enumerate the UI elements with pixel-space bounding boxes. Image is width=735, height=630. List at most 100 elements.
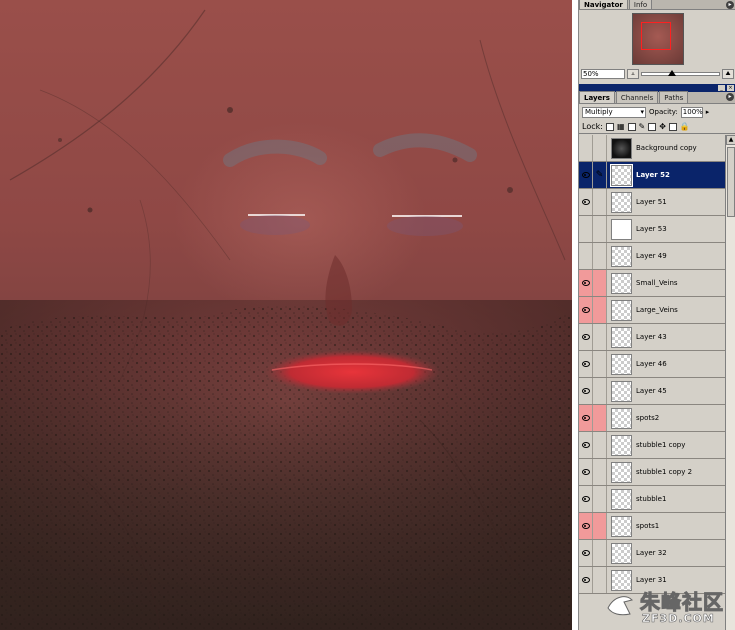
layer-row[interactable]: Layer 43 bbox=[579, 324, 725, 351]
watermark-cn-text: 朱峰社区 bbox=[640, 590, 724, 615]
layer-thumbnail[interactable] bbox=[611, 515, 632, 537]
layer-row[interactable]: Background copy bbox=[579, 135, 725, 162]
layer-row[interactable]: Layer 49 bbox=[579, 243, 725, 270]
layer-visibility-toggle[interactable] bbox=[579, 270, 593, 296]
tab-layers[interactable]: Layers bbox=[579, 91, 615, 103]
layer-visibility-toggle[interactable] bbox=[579, 486, 593, 512]
layer-list-scrollbar[interactable]: ▲ bbox=[725, 135, 735, 630]
layer-thumbnail[interactable] bbox=[611, 488, 632, 510]
layer-row[interactable]: stubble1 copy 2 bbox=[579, 459, 725, 486]
zoom-in-icon[interactable]: ⛰ bbox=[722, 69, 734, 79]
layer-thumbnail[interactable] bbox=[611, 461, 632, 483]
layer-link-toggle[interactable] bbox=[593, 432, 607, 458]
opacity-input[interactable]: 100% bbox=[680, 106, 703, 118]
close-icon[interactable]: × bbox=[727, 85, 734, 91]
zoom-slider-knob[interactable] bbox=[668, 70, 676, 76]
layer-visibility-toggle[interactable] bbox=[579, 540, 593, 566]
layer-link-toggle[interactable] bbox=[593, 405, 607, 431]
minimize-icon[interactable]: _ bbox=[718, 85, 725, 91]
layer-name: Small_Veins bbox=[636, 279, 678, 287]
layer-link-toggle[interactable] bbox=[593, 513, 607, 539]
right-eyebrow bbox=[373, 133, 477, 162]
lock-all-checkbox[interactable] bbox=[668, 122, 677, 131]
layer-visibility-toggle[interactable] bbox=[579, 567, 593, 593]
layer-thumbnail[interactable] bbox=[611, 245, 632, 267]
layer-link-toggle[interactable] bbox=[593, 459, 607, 485]
layer-link-toggle[interactable] bbox=[593, 189, 607, 215]
layer-link-toggle[interactable] bbox=[593, 216, 607, 242]
layer-link-toggle[interactable] bbox=[593, 297, 607, 323]
navigator-menu-icon[interactable]: ▸ bbox=[726, 1, 734, 9]
layer-thumbnail[interactable] bbox=[611, 191, 632, 213]
layer-thumbnail[interactable] bbox=[611, 434, 632, 456]
layer-thumbnail[interactable] bbox=[611, 218, 632, 240]
layer-row[interactable]: stubble1 copy bbox=[579, 432, 725, 459]
layer-name: Layer 31 bbox=[636, 576, 667, 584]
layer-thumbnail[interactable] bbox=[611, 542, 632, 564]
layer-row[interactable]: Layer 53 bbox=[579, 216, 725, 243]
tab-info[interactable]: Info bbox=[628, 0, 653, 9]
zoom-out-icon[interactable]: ▵ bbox=[627, 69, 639, 79]
layer-row[interactable]: Layer 51 bbox=[579, 189, 725, 216]
layer-visibility-toggle[interactable] bbox=[579, 405, 593, 431]
lock-transparency-checkbox[interactable] bbox=[605, 122, 614, 131]
layer-thumbnail[interactable] bbox=[611, 272, 632, 294]
navigator-thumbnail[interactable] bbox=[631, 13, 684, 65]
layer-visibility-toggle[interactable] bbox=[579, 513, 593, 539]
layer-thumbnail[interactable] bbox=[611, 353, 632, 375]
layer-visibility-toggle[interactable] bbox=[579, 459, 593, 485]
scroll-up-icon[interactable]: ▲ bbox=[726, 135, 735, 145]
layer-row[interactable]: ✎ Layer 52 bbox=[579, 162, 725, 189]
layer-visibility-toggle[interactable] bbox=[579, 216, 593, 242]
lock-image-checkbox[interactable] bbox=[627, 122, 636, 131]
brush-icon: ✎ bbox=[638, 121, 646, 131]
scroll-thumb[interactable] bbox=[727, 147, 735, 217]
layer-thumbnail[interactable] bbox=[611, 326, 632, 348]
layer-thumbnail[interactable] bbox=[611, 137, 632, 159]
document-canvas[interactable] bbox=[0, 0, 572, 630]
layer-thumbnail[interactable] bbox=[611, 407, 632, 429]
tab-navigator[interactable]: Navigator bbox=[579, 0, 628, 9]
layers-menu-icon[interactable]: ▸ bbox=[726, 93, 734, 101]
layer-visibility-toggle[interactable] bbox=[579, 432, 593, 458]
layer-link-toggle[interactable] bbox=[593, 486, 607, 512]
tab-paths[interactable]: Paths bbox=[659, 91, 689, 103]
layer-row[interactable]: spots1 bbox=[579, 513, 725, 540]
layer-row[interactable]: spots2 bbox=[579, 405, 725, 432]
layer-link-toggle[interactable]: ✎ bbox=[593, 162, 607, 188]
lock-position-checkbox[interactable] bbox=[648, 122, 657, 131]
layer-thumbnail[interactable] bbox=[611, 299, 632, 321]
zoom-slider[interactable] bbox=[641, 70, 720, 76]
layer-row[interactable]: Layer 45 bbox=[579, 378, 725, 405]
opacity-arrow-icon[interactable]: ▸ bbox=[706, 107, 714, 118]
eye-icon bbox=[581, 442, 590, 448]
layer-visibility-toggle[interactable] bbox=[579, 351, 593, 377]
layer-link-toggle[interactable] bbox=[593, 270, 607, 296]
layer-link-toggle[interactable] bbox=[593, 540, 607, 566]
layer-visibility-toggle[interactable] bbox=[579, 297, 593, 323]
zoom-input[interactable]: 50% bbox=[581, 69, 625, 79]
layer-link-toggle[interactable] bbox=[593, 243, 607, 269]
layer-row[interactable]: Large_Veins bbox=[579, 297, 725, 324]
layer-row[interactable]: stubble1 bbox=[579, 486, 725, 513]
layer-visibility-toggle[interactable] bbox=[579, 378, 593, 404]
layer-link-toggle[interactable] bbox=[593, 351, 607, 377]
layer-visibility-toggle[interactable] bbox=[579, 324, 593, 350]
layer-visibility-toggle[interactable] bbox=[579, 243, 593, 269]
layer-visibility-toggle[interactable] bbox=[579, 162, 593, 188]
layer-thumbnail[interactable] bbox=[610, 163, 633, 187]
navigator-view-box[interactable] bbox=[640, 22, 671, 50]
layer-link-toggle[interactable] bbox=[593, 135, 607, 161]
layer-thumbnail[interactable] bbox=[611, 380, 632, 402]
eye-icon bbox=[581, 469, 590, 475]
tab-channels[interactable]: Channels bbox=[615, 91, 659, 103]
blend-mode-select[interactable]: Multiply bbox=[582, 106, 646, 118]
layer-row[interactable]: Layer 32 bbox=[579, 540, 725, 567]
skin-spot bbox=[452, 157, 458, 163]
layer-row[interactable]: Layer 46 bbox=[579, 351, 725, 378]
layer-link-toggle[interactable] bbox=[593, 324, 607, 350]
layer-link-toggle[interactable] bbox=[593, 378, 607, 404]
layer-row[interactable]: Small_Veins bbox=[579, 270, 725, 297]
layer-visibility-toggle[interactable] bbox=[579, 135, 593, 161]
layer-visibility-toggle[interactable] bbox=[579, 189, 593, 215]
